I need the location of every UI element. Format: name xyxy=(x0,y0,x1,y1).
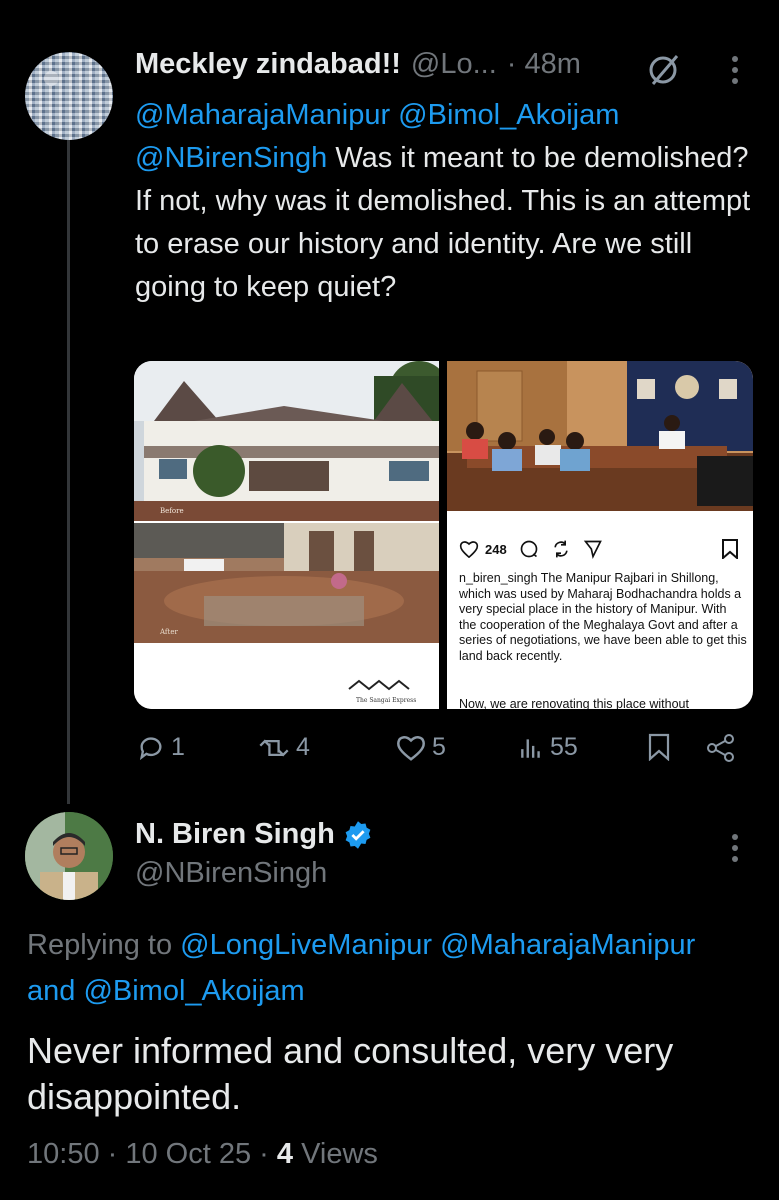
more-icon[interactable] xyxy=(728,832,742,869)
share-icon[interactable] xyxy=(706,733,736,768)
repost-icon xyxy=(554,540,568,558)
author-name[interactable]: N. Biren Singh xyxy=(135,818,335,851)
grok-icon[interactable] xyxy=(647,52,683,93)
avatar[interactable] xyxy=(25,812,113,900)
like-count: 5 xyxy=(432,733,446,761)
views-count: 55 xyxy=(550,733,578,761)
reply-time[interactable]: 10:50 xyxy=(27,1138,100,1170)
reply-count: 1 xyxy=(171,733,185,761)
like-button[interactable]: 5 xyxy=(396,733,446,762)
post-caption-cut: Now, we are renovating this place withou… xyxy=(459,697,689,709)
repost-count: 4 xyxy=(296,733,310,761)
avatar[interactable] xyxy=(25,52,113,140)
send-icon xyxy=(583,540,602,559)
mention-link[interactable]: @MaharajaManipur xyxy=(440,929,695,961)
reply-header: N. Biren Singh xyxy=(135,818,373,851)
credit-text: The Sangai Express xyxy=(356,697,416,704)
replying-to: Replying to @LongLiveManipur @MaharajaMa… xyxy=(27,922,777,1014)
replying-label: Replying to xyxy=(27,929,173,961)
reply-body: Never informed and consulted, very very … xyxy=(27,1030,674,1117)
views-label: Views xyxy=(301,1138,378,1170)
views-icon xyxy=(521,738,540,758)
tweet-text: @MaharajaManipur @Bimol_Akoijam @NBirenS… xyxy=(135,94,755,309)
like-icon xyxy=(459,541,479,558)
verified-icon xyxy=(345,820,371,849)
author-handle[interactable]: @Lo... xyxy=(411,48,497,81)
reply-meta: 10:50 · 10 Oct 25 · 4 Views xyxy=(27,1138,378,1170)
tweet-time[interactable]: · 48m xyxy=(507,48,581,81)
media-image-right[interactable]: 248 n_biren_singh The Manipur Rajbari in… xyxy=(447,361,753,709)
post-caption: n_biren_singh The Manipur Rajbari in Shi… xyxy=(459,571,747,663)
author-handle[interactable]: @NBirenSingh xyxy=(135,857,327,890)
author-name[interactable]: Meckley zindabad!! xyxy=(135,48,401,81)
mention-link[interactable]: @NBirenSingh xyxy=(135,142,327,174)
media-image-left[interactable]: Before After The Sangai Express xyxy=(134,361,439,709)
views-count: 4 xyxy=(276,1138,294,1170)
mention-link[interactable]: @LongLiveManipur xyxy=(180,929,432,961)
post-like-count: 248 xyxy=(485,541,507,557)
reply-date[interactable]: 10 Oct 25 xyxy=(125,1138,251,1170)
mention-link[interactable]: @Bimol_Akoijam xyxy=(83,975,304,1007)
repost-icon xyxy=(259,739,289,756)
mention-link[interactable]: @MaharajaManipur xyxy=(135,99,390,131)
caption-before: Before xyxy=(160,507,184,515)
mention-link[interactable]: @Bimol_Akoijam xyxy=(398,99,619,131)
save-icon xyxy=(722,539,738,559)
reply-icon xyxy=(139,736,162,760)
tweet-header: Meckley zindabad!! @Lo... · 48m xyxy=(135,48,581,81)
like-icon xyxy=(397,735,425,761)
media-grid: Before After The Sangai Express 248 n_bi… xyxy=(134,361,753,709)
reply-button[interactable]: 1 xyxy=(137,733,185,762)
comment-icon xyxy=(520,540,538,558)
repost-button[interactable]: 4 xyxy=(258,733,310,762)
and-label: and xyxy=(27,975,76,1007)
more-icon[interactable] xyxy=(728,54,742,91)
caption-after: After xyxy=(159,628,178,636)
thread-line xyxy=(67,140,70,804)
views-button[interactable]: 55 xyxy=(518,733,578,762)
bookmark-icon[interactable] xyxy=(647,733,671,766)
